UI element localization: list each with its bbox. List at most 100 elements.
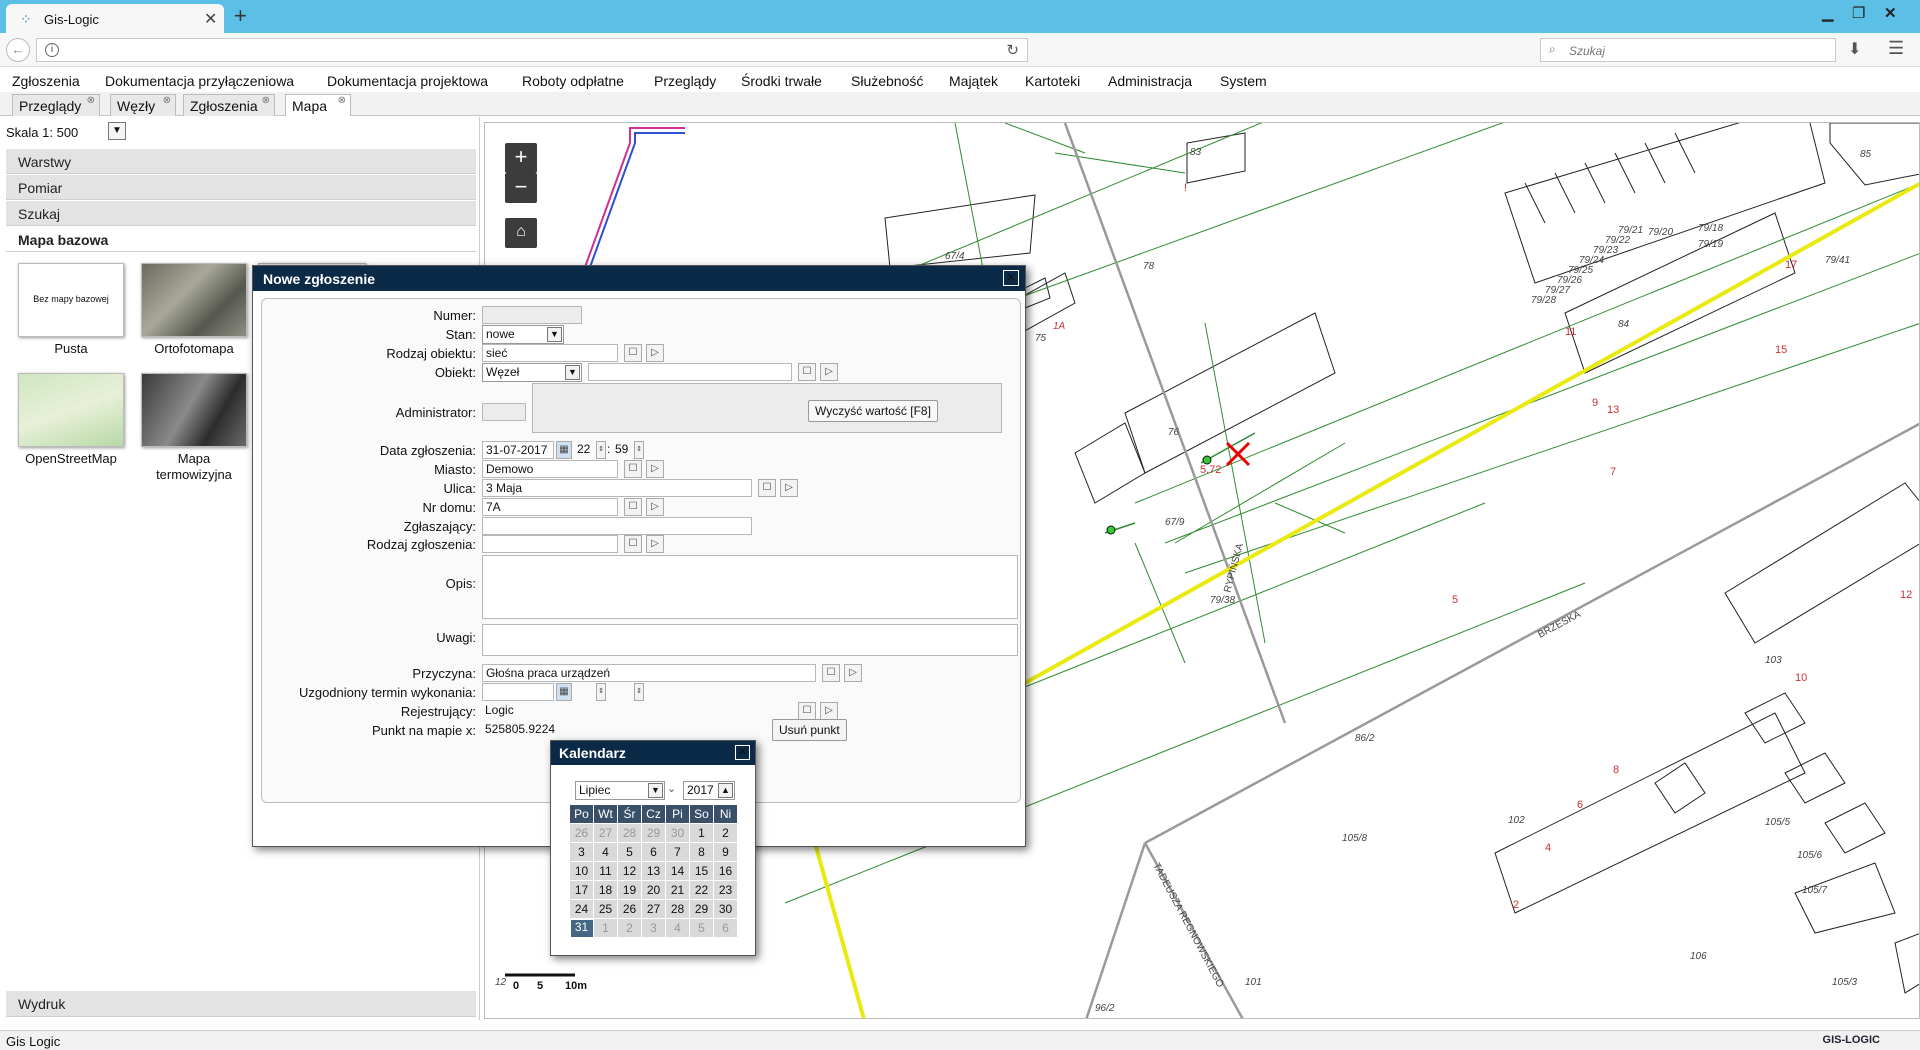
play-icon[interactable]: ▷ [646,498,664,516]
minute-spinner-icon[interactable]: ⇕ [634,683,644,701]
calendar-day[interactable]: 25 [593,899,618,919]
menu-item-administracja[interactable]: Administracja [1108,73,1192,89]
calendar-day[interactable]: 5 [617,842,642,862]
calendar-day[interactable]: 24 [569,899,594,919]
calendar-day[interactable]: 30 [665,823,690,843]
przyczyna-field[interactable]: Głośna praca urządzeń [482,664,816,682]
minimize-icon[interactable]: ▁ [1822,4,1834,22]
menu-item-dok-projektowa[interactable]: Dokumentacja projektowa [327,73,488,89]
menu-item-roboty[interactable]: Roboty odpłatne [522,73,624,89]
stan-select[interactable]: nowe ▼ [482,325,564,344]
calendar-day[interactable]: 29 [689,899,714,919]
clear-value-button[interactable]: Wyczyść wartość [F8] [808,400,938,422]
address-bar[interactable]: i ↻ [36,38,1028,62]
calendar-day[interactable]: 23 [713,880,738,900]
calendar-close-icon[interactable]: ✕ [735,745,750,760]
close-window-icon[interactable]: ✕ [1884,4,1897,22]
close-tab-icon[interactable]: ✕ [204,9,217,29]
obiekt-detail-field[interactable] [588,363,792,381]
menu-item-przeglady[interactable]: Przeglądy [654,73,716,89]
menu-item-sluzebnosc[interactable]: Służebność [851,73,923,89]
menu-item-kartoteki[interactable]: Kartoteki [1025,73,1080,89]
calendar-day[interactable]: 15 [689,861,714,881]
reload-icon[interactable]: ↻ [1006,41,1019,59]
dialog-close-icon[interactable]: ✕ [1003,270,1019,286]
tab-wezly[interactable]: Węzły ⊗ [110,94,176,116]
play-icon[interactable]: ▷ [820,702,838,720]
hour-field[interactable]: 22 [574,441,596,459]
download-icon[interactable]: ⬇ [1848,39,1861,59]
play-icon[interactable]: ▷ [844,664,862,682]
browser-search-input[interactable]: ⌕ Szukaj [1540,38,1836,62]
calendar-day[interactable]: 29 [641,823,666,843]
remove-point-button[interactable]: Usuń punkt [772,719,847,741]
close-tab-icon[interactable]: ⊗ [87,95,95,106]
calendar-day[interactable]: 14 [665,861,690,881]
play-icon[interactable]: ▷ [820,363,838,381]
zoom-out-button[interactable]: − [505,173,537,203]
menu-item-zgloszenia[interactable]: Zgłoszenia [12,73,80,89]
hamburger-menu-icon[interactable]: ☰ [1888,38,1904,59]
calendar-day[interactable]: 4 [593,842,618,862]
basemap-ortofotomapa[interactable] [141,263,247,337]
play-icon[interactable]: ▷ [646,535,664,553]
calendar-day-selected[interactable]: 31 [569,919,594,938]
basemap-openstreetmap[interactable] [18,373,124,447]
menu-item-system[interactable]: System [1220,73,1267,89]
nr-domu-field[interactable]: 7A [482,498,618,516]
uwagi-textarea[interactable] [482,624,1018,656]
list-icon[interactable]: ☐ [758,479,776,497]
play-icon[interactable]: ▷ [646,344,664,362]
calendar-day[interactable]: 26 [569,823,594,843]
list-icon[interactable]: ☐ [798,702,816,720]
calendar-day[interactable]: 4 [665,918,690,938]
zglaszajacy-field[interactable] [482,517,752,535]
calendar-day[interactable]: 3 [569,842,594,862]
menu-item-srodki[interactable]: Środki trwałe [741,73,822,89]
play-icon[interactable]: ▷ [780,479,798,497]
calendar-day[interactable]: 27 [641,899,666,919]
scale-dropdown[interactable]: ▼ [108,122,126,140]
minute-spinner-icon[interactable]: ⇕ [634,441,644,459]
browser-tab[interactable]: ⁘ Gis-Logic ✕ [6,4,224,33]
close-tab-icon[interactable]: ⊗ [163,95,171,106]
date-field[interactable]: 31-07-2017 [482,441,554,459]
list-icon[interactable]: ☐ [822,664,840,682]
close-tab-icon[interactable]: ⊗ [262,95,270,106]
calendar-day[interactable]: 6 [641,842,666,862]
calendar-day[interactable]: 3 [641,918,666,938]
calendar-day[interactable]: 30 [713,899,738,919]
calendar-day[interactable]: 20 [641,880,666,900]
obiekt-select[interactable]: Węzeł ▼ [482,363,582,382]
calendar-day[interactable]: 13 [641,861,666,881]
restore-icon[interactable]: ❐ [1852,4,1865,22]
accordion-warstwy[interactable]: Warstwy [6,149,476,174]
minute-field[interactable]: 59 [612,441,634,459]
hour-spinner-icon[interactable]: ⇕ [596,441,606,459]
calendar-day[interactable]: 1 [593,918,618,938]
tab-zgloszenia[interactable]: Zgłoszenia ⊗ [183,94,275,116]
calendar-day[interactable]: 10 [569,861,594,881]
calendar-icon[interactable]: ▦ [556,441,572,459]
chevron-down-icon[interactable]: ⌄ [667,782,676,795]
list-icon[interactable]: ☐ [624,535,642,553]
accordion-szukaj[interactable]: Szukaj [6,201,476,226]
menu-item-dok-przylaczeniowa[interactable]: Dokumentacja przyłączeniowa [105,73,294,89]
calendar-day[interactable]: 9 [713,842,738,862]
basemap-pusta[interactable]: Bez mapy bazowej [18,263,124,337]
calendar-day[interactable]: 12 [617,861,642,881]
opis-textarea[interactable] [482,555,1018,619]
menu-item-majatek[interactable]: Majątek [949,73,998,89]
list-icon[interactable]: ☐ [624,498,642,516]
info-icon[interactable]: i [45,43,59,57]
list-icon[interactable]: ☐ [798,363,816,381]
accordion-mapa-bazowa[interactable]: Mapa bazowa [6,227,476,252]
new-tab-icon[interactable]: + [234,3,247,29]
calendar-day[interactable]: 2 [617,918,642,938]
tab-mapa[interactable]: Mapa ⊗ [285,94,351,116]
calendar-day[interactable]: 17 [569,880,594,900]
rodzaj-obiektu-field[interactable]: sieć [482,344,618,362]
calendar-day[interactable]: 6 [713,918,738,938]
calendar-day[interactable]: 2 [713,823,738,843]
list-icon[interactable]: ☐ [624,460,642,478]
